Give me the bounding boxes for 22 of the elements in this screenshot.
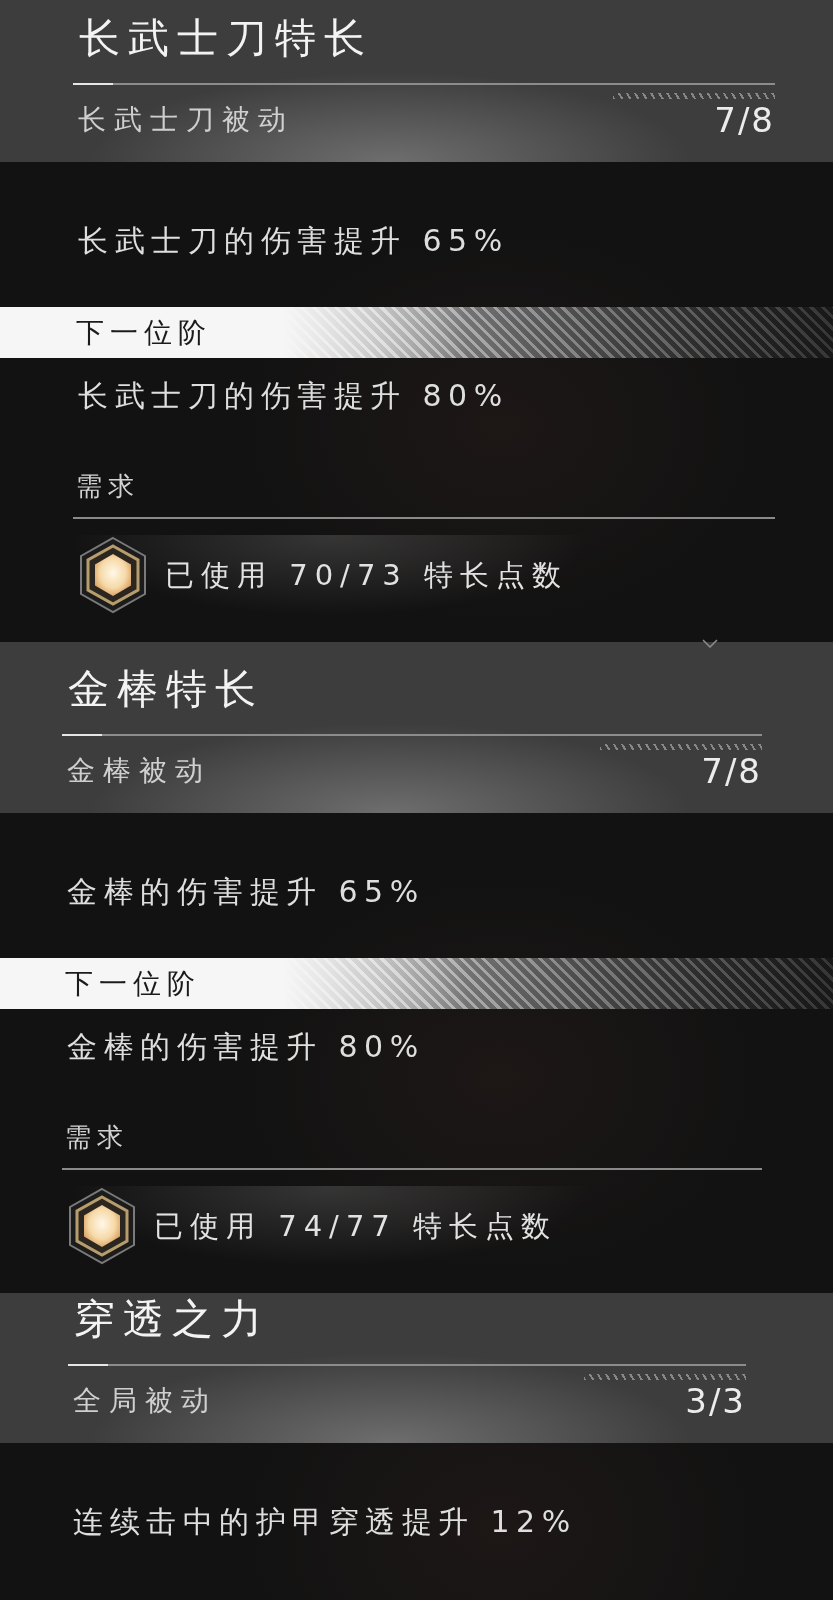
passive-type: 全局被动 [72, 1383, 217, 1419]
rank-count: 7/8 [714, 100, 775, 140]
passive-type: 长武士刀被动 [77, 102, 294, 138]
requirement-label: 需求 [64, 1121, 130, 1154]
requirement-text: 已使用 70/73 特长点数 [165, 557, 568, 594]
effect-text: 连续击中的护甲穿透提升 12% [72, 1503, 578, 1541]
perk-title: 金棒特长 [67, 667, 265, 711]
requirement-label: 需求 [75, 470, 141, 503]
rank-count: 3/3 [685, 1381, 746, 1421]
next-tier-effect: 长武士刀的伤害提升 80% [77, 377, 510, 415]
effect-text: 金棒的伤害提升 65% [66, 873, 426, 911]
hexagon-icon [67, 1187, 137, 1265]
effect-text: 长武士刀的伤害提升 65% [77, 222, 510, 260]
next-tier-label: 下一位阶 [65, 965, 201, 1002]
perk-title: 长武士刀特长 [78, 16, 374, 60]
next-tier-effect: 金棒的伤害提升 80% [66, 1028, 426, 1066]
perk-title: 穿透之力 [73, 1297, 271, 1341]
hexagon-icon [78, 536, 148, 614]
requirement-text: 已使用 74/77 特长点数 [154, 1208, 557, 1245]
rank-count: 7/8 [701, 751, 762, 791]
next-tier-label: 下一位阶 [76, 314, 212, 351]
passive-type: 金棒被动 [66, 753, 211, 789]
